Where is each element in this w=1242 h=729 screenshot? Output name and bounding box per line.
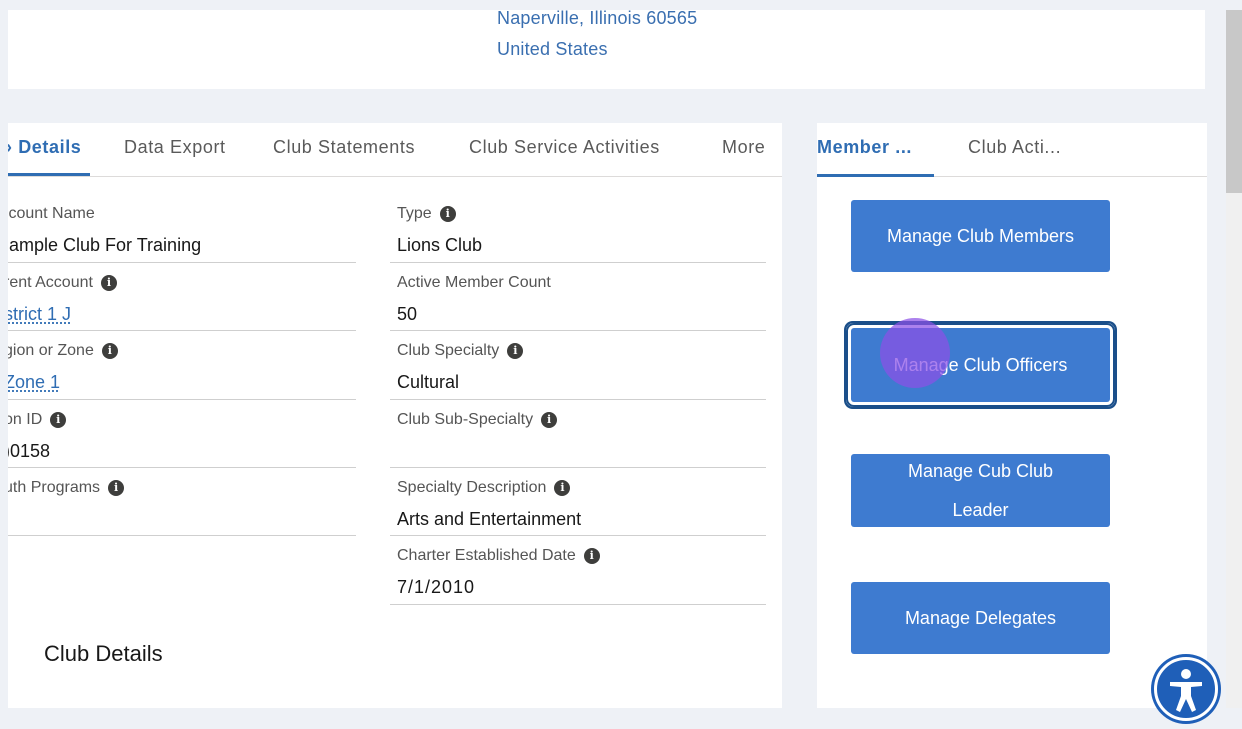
- tab-club-statements[interactable]: Club Statements: [273, 137, 415, 158]
- active-tab-underline: [8, 173, 90, 176]
- address-card: Naperville, Illinois 60565 United States: [8, 8, 1205, 89]
- field-value: 50: [397, 304, 418, 324]
- accessibility-button[interactable]: [1154, 657, 1218, 721]
- divider: [390, 399, 766, 400]
- info-icon[interactable]: i: [100, 275, 117, 291]
- info-icon[interactable]: i: [583, 548, 600, 564]
- field-value: 7/1/2010: [397, 577, 476, 597]
- button-label-line: Leader: [952, 499, 1009, 520]
- info-icon[interactable]: i: [108, 480, 125, 496]
- info-icon[interactable]: i: [439, 206, 456, 222]
- field-value: Arts and Entertainment: [397, 509, 582, 529]
- field-label: Type i: [397, 205, 456, 223]
- divider: [390, 467, 766, 468]
- info-icon[interactable]: i: [541, 412, 558, 428]
- actions-card: Member ... Club Acti... Manage Club Memb…: [817, 123, 1207, 708]
- scrollbar[interactable]: [1226, 10, 1242, 708]
- tab-more[interactable]: More: [722, 137, 765, 158]
- address-country-line: United States: [497, 39, 608, 59]
- scrollbar-thumb[interactable]: [1226, 10, 1242, 193]
- divider: [8, 467, 356, 468]
- field-value: :ample Club For Training: [8, 235, 202, 255]
- divider: [8, 330, 356, 331]
- accessibility-icon: [1170, 669, 1202, 712]
- tab-club-service-activities[interactable]: Club Service Activities: [469, 137, 660, 158]
- info-icon[interactable]: i: [507, 343, 524, 359]
- divider: [8, 535, 356, 536]
- field-label: gion or Zone i: [8, 342, 118, 360]
- click-marker: [880, 318, 950, 388]
- field-label: on ID i: [8, 411, 67, 429]
- tab-data-export[interactable]: Data Export: [124, 137, 226, 158]
- divider: [8, 399, 356, 400]
- divider: [390, 535, 766, 536]
- field-label: Charter Established Date i: [397, 547, 600, 565]
- field-label: rent Account i: [8, 274, 117, 292]
- manage-club-members-button[interactable]: Manage Club Members: [851, 200, 1110, 272]
- info-icon[interactable]: i: [101, 343, 118, 359]
- page-bottom-strip: [0, 708, 1242, 729]
- field-value: Lions Club: [397, 235, 483, 255]
- field-label: Active Member Count: [397, 274, 551, 291]
- info-icon[interactable]: i: [554, 480, 571, 496]
- tab-members[interactable]: Member ...: [817, 137, 912, 158]
- parent-account-link[interactable]: strict 1 J: [8, 304, 71, 325]
- section-heading: Club Details: [44, 641, 163, 666]
- field-label: :count Name: [8, 205, 95, 222]
- divider: [390, 262, 766, 263]
- field-value: Cultural: [397, 372, 460, 392]
- info-icon[interactable]: i: [50, 412, 67, 428]
- field-label: uth Programs i: [8, 479, 125, 497]
- tab-details[interactable]: › Details: [8, 137, 81, 158]
- details-card: › Details Data Export Club Statements Cl…: [8, 123, 782, 708]
- address-city-line: Naperville, Illinois 60565: [497, 8, 698, 28]
- manage-cub-club-leader-button[interactable]: Manage Cub Club Leader: [851, 454, 1110, 527]
- divider: [8, 262, 356, 263]
- field-value: )0158: [8, 441, 51, 461]
- button-label-line: Manage Cub Club: [907, 460, 1054, 481]
- actions-tabbar: Member ... Club Acti...: [817, 123, 1207, 177]
- tab-club-activities[interactable]: Club Acti...: [968, 137, 1061, 158]
- active-tab-underline: [817, 174, 934, 177]
- manage-delegates-button[interactable]: Manage Delegates: [851, 582, 1110, 654]
- divider: [390, 604, 766, 605]
- field-label: Specialty Description i: [397, 479, 571, 497]
- field-label: Club Specialty i: [397, 342, 524, 360]
- field-label: Club Sub-Specialty i: [397, 411, 558, 429]
- region-zone-link[interactable]: Zone 1: [8, 372, 60, 393]
- details-tabbar: › Details Data Export Club Statements Cl…: [8, 123, 782, 177]
- divider: [390, 330, 766, 331]
